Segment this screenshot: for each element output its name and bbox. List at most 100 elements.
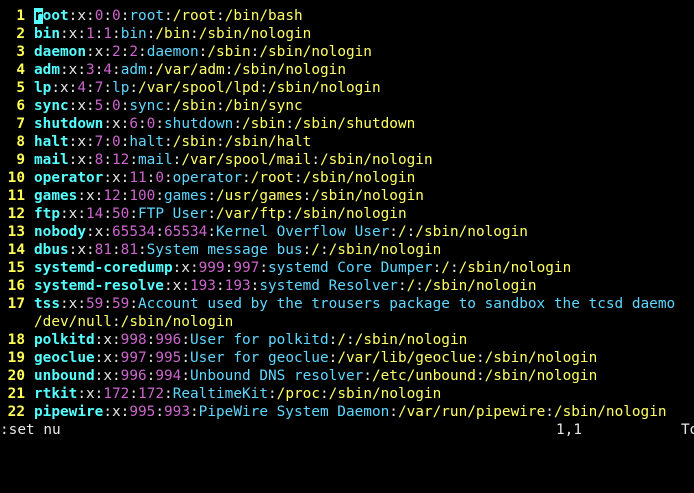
field-separator: : bbox=[302, 242, 312, 258]
buffer-line[interactable]: 3 daemon:x:2:2:daemon:/sbin:/sbin/nologin bbox=[0, 43, 694, 61]
buffer-line[interactable]: 19 geoclue:x:997:995:User for geoclue:/va… bbox=[0, 349, 694, 367]
line-number: 1 bbox=[16, 8, 25, 24]
buffer-line[interactable]: 7 shutdown:x:6:0:shutdown:/sbin:/sbin/shu… bbox=[0, 115, 694, 133]
gecos-field: bin bbox=[120, 26, 147, 42]
buffer-line[interactable]: 22 pipewire:x:995:993:PipeWire System Dae… bbox=[0, 403, 694, 421]
uid-field: 59 bbox=[86, 296, 104, 312]
uid-field: 172 bbox=[103, 386, 130, 402]
field-separator: : bbox=[85, 44, 95, 60]
field-separator: : bbox=[155, 188, 165, 204]
field-separator: : bbox=[86, 80, 95, 96]
buffer-line[interactable]: 8 halt:x:7:0:halt:/sbin:/sbin/halt bbox=[0, 133, 694, 151]
field-separator: : bbox=[77, 206, 87, 222]
buffer-line[interactable]: 16 systemd-resolve:x:193:193:systemd Reso… bbox=[0, 277, 694, 295]
gecos-field: mail bbox=[138, 152, 173, 168]
username-field: ftp bbox=[34, 206, 60, 222]
uid-field: 1 bbox=[86, 26, 95, 42]
field-separator: : bbox=[207, 206, 216, 222]
field-separator: : bbox=[268, 386, 277, 402]
buffer-line[interactable]: 1 root:x:0:0:root:/root:/bin/bash bbox=[0, 7, 694, 25]
shell-field: /sbin/halt bbox=[224, 134, 312, 150]
gid-field: 0 bbox=[155, 170, 164, 186]
field-separator: : bbox=[86, 134, 95, 150]
home-field: / bbox=[397, 224, 407, 240]
gid-field: 996 bbox=[155, 332, 182, 348]
field-separator: : bbox=[129, 80, 139, 96]
field-separator: : bbox=[545, 404, 554, 420]
line-number: 9 bbox=[16, 152, 25, 168]
gecos-field: shutdown bbox=[164, 116, 234, 132]
buffer-line[interactable]: 9 mail:x:8:12:mail:/var/spool/mail:/sbin/… bbox=[0, 151, 694, 169]
buffer-line[interactable]: 4 adm:x:3:4:adm:/var/adm:/sbin/nologin bbox=[0, 61, 694, 79]
field-separator: : bbox=[259, 260, 268, 276]
gid-field: 994 bbox=[155, 368, 182, 384]
field-separator: : bbox=[103, 98, 113, 114]
password-field: x bbox=[111, 116, 121, 132]
field-separator: : bbox=[77, 62, 87, 78]
line-content: geoclue:x:997:995:User for geoclue:/var/… bbox=[34, 350, 597, 366]
shell-field: /sbin/nologin bbox=[319, 152, 433, 168]
password-field: x bbox=[77, 152, 86, 168]
uid-field: 81 bbox=[94, 242, 112, 258]
line-number: 16 bbox=[7, 278, 25, 294]
field-separator: : bbox=[233, 116, 242, 132]
uid-field: 193 bbox=[189, 278, 216, 294]
buffer-line[interactable]: 21 rtkit:x:172:172:RealtimeKit:/proc:/sbi… bbox=[0, 385, 694, 403]
uid-field: 11 bbox=[129, 170, 147, 186]
editor-buffer[interactable]: 1 root:x:0:0:root:/root:/bin/bash 2 bin:x:1… bbox=[0, 7, 694, 421]
line-content: lp:x:4:7:lp:/var/spool/lpd:/sbin/nologin bbox=[34, 80, 381, 96]
gid-field: 1 bbox=[103, 26, 113, 42]
buffer-line[interactable]: 5 lp:x:4:7:lp:/var/spool/lpd:/sbin/nologi… bbox=[0, 79, 694, 97]
buffer-line[interactable]: 6 sync:x:5:0:sync:/sbin:/bin/sync bbox=[0, 97, 694, 115]
buffer-line[interactable]: 13 nobody:x:65534:65534:Kernel Overflow U… bbox=[0, 223, 694, 241]
uid-field: 995 bbox=[129, 404, 156, 420]
shell-field: /sbin/nologin bbox=[302, 170, 416, 186]
field-separator: : bbox=[111, 314, 121, 330]
field-separator: : bbox=[60, 26, 69, 42]
command-line[interactable]: :set nu 1,1 To bbox=[0, 421, 694, 439]
scroll-position: To bbox=[681, 422, 694, 438]
field-separator: : bbox=[259, 80, 268, 96]
buffer-line[interactable]: 14 dbus:x:81:81:System message bus:/:/sbi… bbox=[0, 241, 694, 259]
home-field: /var/spool/lpd bbox=[138, 80, 260, 96]
shell-field: /sbin/nologin bbox=[198, 26, 312, 42]
buffer-line-wrap[interactable]: /dev/null:/sbin/nologin bbox=[0, 313, 694, 331]
line-number: 7 bbox=[16, 116, 25, 132]
buffer-line[interactable]: 2 bin:x:1:1:bin:/bin:/sbin/nologin bbox=[0, 25, 694, 43]
line-content: games:x:12:100:games:/usr/games:/sbin/no… bbox=[34, 188, 424, 204]
field-separator: : bbox=[112, 350, 121, 366]
field-separator: : bbox=[363, 368, 372, 384]
password-field: x bbox=[111, 404, 121, 420]
field-separator: : bbox=[129, 206, 139, 222]
line-number: 21 bbox=[7, 386, 25, 402]
buffer-line[interactable]: 11 games:x:12:100:games:/usr/games:/sbin/… bbox=[0, 187, 694, 205]
field-separator: : bbox=[77, 188, 86, 204]
gid-field: 0 bbox=[112, 8, 121, 24]
buffer-line[interactable]: 17 tss:x:59:59:Account used by the trouse… bbox=[0, 295, 694, 313]
home-field: /sbin bbox=[207, 44, 251, 60]
home-field: /var/lib/geoclue bbox=[337, 350, 476, 366]
home-field: /var/adm bbox=[155, 62, 225, 78]
gecos-field: Kernel Overflow User bbox=[216, 224, 390, 240]
field-separator: : bbox=[216, 8, 225, 24]
gid-field: 4 bbox=[103, 62, 113, 78]
gid-field: 65534 bbox=[164, 224, 208, 240]
gecos-field: Account used by the trousers package to … bbox=[138, 296, 676, 312]
buffer-line[interactable]: 15 systemd-coredump:x:999:997:systemd Cor… bbox=[0, 259, 694, 277]
gecos-field: operator bbox=[172, 170, 242, 186]
field-separator: : bbox=[190, 404, 199, 420]
username-field: bin bbox=[34, 26, 60, 42]
gid-field: 172 bbox=[138, 386, 165, 402]
field-separator: : bbox=[112, 368, 121, 384]
field-separator: : bbox=[112, 62, 121, 78]
buffer-line[interactable]: 12 ftp:x:14:50:FTP User:/var/ftp:/sbin/no… bbox=[0, 205, 694, 223]
line-content: sync:x:5:0:sync:/sbin:/bin/sync bbox=[34, 98, 303, 114]
gid-field: 993 bbox=[164, 404, 190, 420]
line-number: 15 bbox=[7, 260, 25, 276]
line-number: 3 bbox=[16, 44, 25, 60]
buffer-line[interactable]: 20 unbound:x:996:994:Unbound DNS resolver… bbox=[0, 367, 694, 385]
buffer-line[interactable]: 18 polkitd:x:998:996:User for polkitd:/:/… bbox=[0, 331, 694, 349]
buffer-line[interactable]: 10 operator:x:11:0:operator:/root:/sbin/n… bbox=[0, 169, 694, 187]
username-field: root bbox=[34, 8, 69, 24]
line-content: bin:x:1:1:bin:/bin:/sbin/nologin bbox=[34, 26, 311, 42]
